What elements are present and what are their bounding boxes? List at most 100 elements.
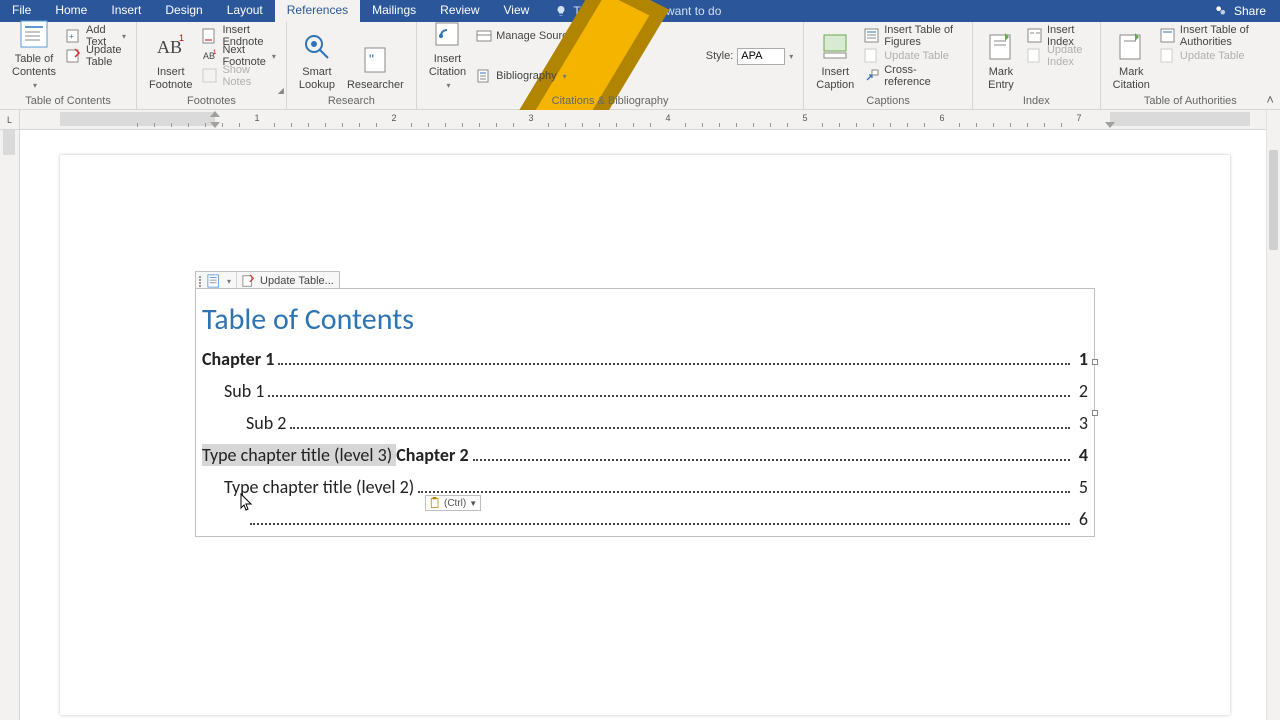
toc-leader [278,353,1070,365]
insert-endnote-button[interactable]: Insert Endnote [198,26,279,46]
smart-lookup-button[interactable]: Smart Lookup [293,24,341,92]
insert-toa-label: Insert Table of Authorities [1180,24,1270,48]
clipboard-icon [429,497,441,509]
toc-entry[interactable]: Type chapter title (level 3) Chapter 2 4 [196,440,1094,472]
collapse-ribbon-icon[interactable]: ˄ [1266,92,1274,107]
mark-entry-icon [985,31,1017,63]
toc-leader [250,513,1070,525]
group-research: Smart Lookup " Researcher Research [287,22,417,109]
share-button[interactable]: Share [1214,0,1280,22]
tab-mailings[interactable]: Mailings [360,0,428,22]
toc-entry-page: 3 [1074,412,1088,434]
update-toa-icon [1160,48,1176,64]
group-index: Mark Entry Insert Index Update Index Ind… [973,22,1101,109]
paste-options-tag[interactable]: (Ctrl) ▼ [425,495,481,511]
insert-citation-button[interactable]: Insert Citation [423,24,472,92]
group-authorities-label: Table of Authorities [1107,94,1274,109]
tab-references[interactable]: References [275,0,360,22]
update-toc-icon [66,48,82,64]
ruler-number: 4 [665,113,670,123]
mark-entry-button[interactable]: Mark Entry [979,24,1023,92]
style-combo[interactable] [737,48,785,65]
svg-text:": " [369,51,374,67]
mark-citation-button[interactable]: Mark Citation [1107,24,1156,92]
toc-entry-page: 5 [1074,476,1088,498]
update-toa-button: Update Table [1156,46,1274,66]
tab-design[interactable]: Design [153,0,214,22]
toc-entry[interactable]: 6 [196,504,1094,536]
toc-entry-title: Sub 2 [246,412,286,434]
toc-entry[interactable]: Chapter 1 1 [196,344,1094,376]
resize-handle-icon[interactable] [1092,359,1098,365]
add-text-icon: + [66,28,82,44]
cross-reference-label: Cross-reference [884,64,962,88]
citation-style[interactable]: Style: ▾ [472,46,797,66]
toc-button[interactable]: Table of Contents [6,24,62,92]
insert-index-button[interactable]: Insert Index [1023,26,1094,46]
update-index-icon [1027,48,1043,64]
tab-layout[interactable]: Layout [215,0,275,22]
toc-update-icon [242,274,256,288]
toc-entry-page: 1 [1074,348,1088,370]
update-toc-label: Update Table [86,44,126,68]
toc-leader [290,417,1070,429]
insert-tof-button[interactable]: Insert Table of Figures [860,26,966,46]
tab-insert[interactable]: Insert [99,0,153,22]
paste-options-label: (Ctrl) [444,498,466,509]
tab-selector[interactable]: L [0,110,20,130]
vertical-scrollbar[interactable] [1266,110,1280,720]
cross-reference-button[interactable]: Cross-reference [860,66,966,86]
group-footnotes-label: Footnotes [143,94,280,109]
endnote-icon [202,28,218,44]
toc-field[interactable]: Table of Contents Chapter 1 1 Sub 1 2 Su… [195,288,1095,537]
group-captions: Insert Caption Insert Table of Figures U… [804,22,973,109]
mark-citation-label: Mark Citation [1113,66,1150,92]
group-citations: Insert Citation Manage Sources Style: ▾ … [417,22,804,109]
mark-citation-icon [1115,31,1147,63]
scrollbar-thumb[interactable] [1269,150,1278,250]
share-icon [1214,4,1228,18]
group-research-label: Research [293,94,410,109]
next-footnote-button[interactable]: AB1 Next Footnote [198,46,279,66]
page[interactable]: Update Table... Table of Contents Chapte… [60,155,1230,715]
toc-heading[interactable]: Table of Contents [196,289,1094,344]
toc-entry-page: 4 [1074,444,1088,466]
researcher-button[interactable]: " Researcher [341,24,410,92]
researcher-label: Researcher [347,79,404,92]
ruler-number: 2 [391,113,396,123]
bibliography-button[interactable]: Bibliography [472,66,797,86]
horizontal-ruler[interactable]: 1234567 [20,110,1266,130]
group-toc-label: Table of Contents [6,94,130,109]
toc-entry-title: Type chapter title (level 2) [224,476,414,498]
insert-caption-button[interactable]: Insert Caption [810,24,860,92]
resize-handle-icon[interactable] [1092,410,1098,416]
caption-icon [819,31,851,63]
ruler-number: 3 [528,113,533,123]
insert-citation-label: Insert Citation [429,53,466,79]
toc-entry[interactable]: Sub 1 2 [196,376,1094,408]
insert-footnote-button[interactable]: AB1 Insert Footnote [143,24,198,92]
vertical-ruler[interactable] [0,130,20,720]
ruler-number: 5 [802,113,807,123]
toc-menu-icon [207,274,221,288]
tof-icon [864,28,880,44]
footnote-icon: AB1 [155,31,187,63]
show-notes-icon [202,68,218,84]
toc-entry-title: Chapter 1 [202,348,274,370]
svg-text:1: 1 [213,50,217,56]
tab-home[interactable]: Home [43,0,99,22]
footnotes-launcher-icon[interactable]: ◢ [278,86,284,95]
toc-entry-title: Chapter 2 [396,444,468,466]
toc-entry-page: 2 [1074,380,1088,402]
add-text-button[interactable]: + Add Text [62,26,130,46]
toc-entry[interactable]: Type chapter title (level 2) 5 [196,472,1094,504]
toc-entry[interactable]: Sub 2 3 [196,408,1094,440]
group-index-label: Index [979,94,1094,109]
insert-toa-button[interactable]: Insert Table of Authorities [1156,26,1274,46]
citation-icon [431,18,463,50]
update-toc-button[interactable]: Update Table [62,46,130,66]
document-canvas[interactable]: Update Table... Table of Contents Chapte… [20,130,1266,720]
insert-tof-label: Insert Table of Figures [884,24,962,48]
toc-leader [473,449,1070,461]
insert-caption-label: Insert Caption [816,66,854,92]
